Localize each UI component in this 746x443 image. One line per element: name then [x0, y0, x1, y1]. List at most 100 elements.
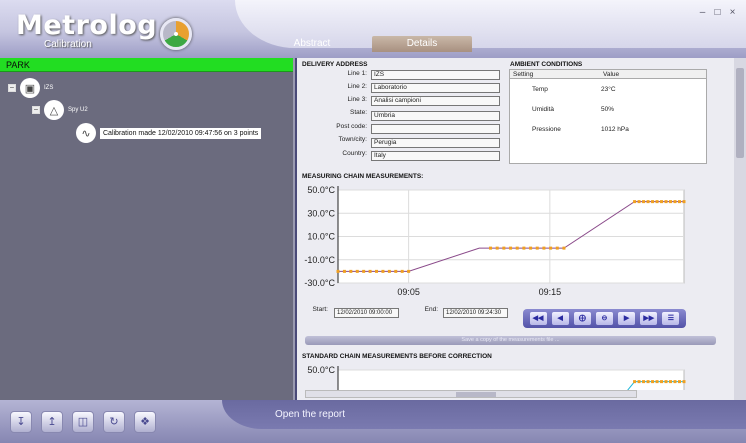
post-code-field[interactable] [371, 124, 500, 134]
state-field[interactable]: Umbria [371, 111, 500, 121]
data-point [349, 269, 353, 273]
data-point [651, 200, 655, 204]
measuring-chart: 50.0°C 30.0°C 10.0°C -10.0°C -30.0°C 09:05 09:… [304, 185, 686, 297]
data-point [387, 269, 391, 273]
ambient-table-header: Setting Value [510, 70, 706, 79]
column-value: Value [603, 71, 620, 78]
line2-field[interactable]: Laboratorio [371, 83, 500, 93]
data-point [642, 380, 646, 384]
country-field[interactable]: Italy [371, 151, 500, 161]
data-point [381, 269, 385, 273]
data-point [637, 380, 641, 384]
tree-calibration-label: Calibration made 12/02/2010 09:47:56 on … [100, 127, 262, 139]
data-point [562, 246, 566, 250]
data-point [682, 380, 686, 384]
y-tick-label: 10.0°C [307, 232, 335, 242]
tab-abstract[interactable]: Abstract [262, 36, 362, 52]
end-date-field[interactable]: 12/02/2010 09:24:30 [443, 308, 508, 318]
ambient-value-pressure: 1012 hPa [601, 126, 629, 133]
data-point [400, 269, 404, 273]
wave-icon: ∿ [76, 123, 96, 143]
download-icon[interactable]: ↧ [10, 411, 32, 433]
tree-node-calibration[interactable]: ∿ Calibration made 12/02/2010 09:47:56 o… [76, 123, 262, 143]
data-point [682, 200, 686, 204]
data-point [678, 380, 682, 384]
plot-area [337, 369, 685, 390]
tree-root-park[interactable]: PARK [0, 58, 293, 72]
data-point [660, 380, 664, 384]
logo-badge-icon [160, 18, 192, 50]
standard-chart: 50.0°C [307, 365, 686, 390]
data-point [678, 200, 682, 204]
standard-title: STANDARD CHAIN MEASUREMENTS BEFORE CORRE… [302, 353, 492, 360]
scrollbar-thumb[interactable] [456, 392, 496, 397]
data-point [664, 380, 668, 384]
data-point [535, 246, 539, 250]
data-point [669, 380, 673, 384]
window-controls: – □ × [697, 8, 738, 19]
y-tick-label: 30.0°C [307, 208, 335, 218]
data-point [642, 200, 646, 204]
data-point [495, 246, 499, 250]
step-back-icon[interactable]: ◀ [551, 312, 569, 325]
data-point [633, 200, 637, 204]
data-point [502, 246, 506, 250]
puzzle-icon[interactable]: ❖ [134, 411, 156, 433]
list-icon[interactable]: ☰ [662, 312, 680, 325]
tree-node-device[interactable]: – △ Spy U2 [32, 100, 88, 120]
delivery-title: DELIVERY ADDRESS [302, 61, 368, 68]
save-copy-button[interactable]: Save a copy of the measurements file ... [305, 336, 716, 345]
data-point [549, 246, 553, 250]
y-tick-label: -30.0°C [304, 278, 335, 288]
data-point [515, 246, 519, 250]
upload-icon[interactable]: ↥ [41, 411, 63, 433]
data-point [555, 246, 559, 250]
data-point [336, 269, 340, 273]
data-point [407, 269, 411, 273]
label-line3: Line 3: [347, 96, 367, 103]
label-town: Town/city: [338, 136, 367, 143]
y-tick-label: 50.0°C [307, 365, 335, 375]
line3-field[interactable]: Analisi campioni [371, 96, 500, 106]
refresh-icon[interactable]: ↻ [103, 411, 125, 433]
ambient-setting-pressure: Pressione [532, 126, 561, 133]
restore-icon[interactable]: □ [712, 8, 723, 19]
step-forward-icon[interactable]: ▶ [618, 312, 636, 325]
scrollbar-thumb[interactable] [736, 68, 744, 158]
data-point [660, 200, 664, 204]
data-point [633, 380, 637, 384]
data-point [637, 200, 641, 204]
tree-node-site[interactable]: – ▣ IZS [8, 78, 53, 98]
open-report-link[interactable]: Open the report [275, 409, 345, 420]
data-point [673, 380, 677, 384]
label-state: State: [350, 109, 367, 116]
column-setting: Setting [513, 71, 534, 78]
data-point [394, 269, 398, 273]
data-point [655, 200, 659, 204]
remove-icon[interactable]: ⊖ [595, 312, 613, 325]
rewind-icon[interactable]: ◀◀ [529, 312, 547, 325]
line1-field[interactable]: IZS [371, 70, 500, 80]
measuring-title: MEASURING CHAIN MEASUREMENTS: [302, 173, 424, 180]
add-icon[interactable]: ⨁ [573, 312, 591, 325]
data-point [375, 269, 379, 273]
tab-details[interactable]: Details [372, 36, 472, 52]
data-point [355, 269, 359, 273]
minimize-icon[interactable]: – [697, 8, 708, 19]
collapse-icon[interactable]: – [8, 84, 16, 92]
vertical-scrollbar[interactable] [734, 58, 746, 400]
trash-icon[interactable]: ◫ [72, 411, 94, 433]
data-point [509, 246, 513, 250]
end-label: End: [424, 306, 438, 313]
ambient-setting-humidity: Umidità [532, 106, 555, 113]
data-point [646, 200, 650, 204]
horizontal-scrollbar[interactable] [305, 390, 637, 398]
town-field[interactable]: Perugia [371, 138, 500, 148]
tree-site-label: IZS [44, 85, 54, 91]
data-point [669, 200, 673, 204]
close-icon[interactable]: × [727, 8, 738, 19]
collapse-icon[interactable]: – [32, 106, 40, 114]
data-point [651, 380, 655, 384]
fast-forward-icon[interactable]: ▶▶ [640, 312, 658, 325]
label-post-code: Post code: [336, 123, 367, 130]
